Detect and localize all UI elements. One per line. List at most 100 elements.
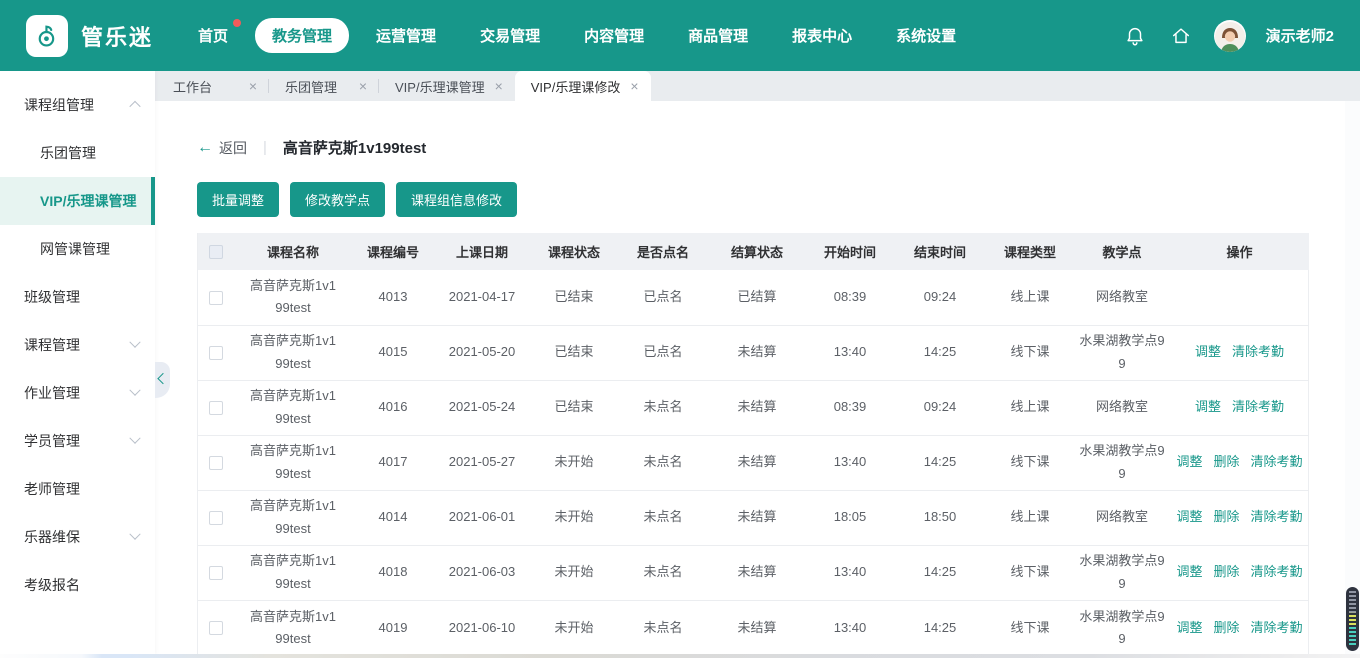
sidebar-item-学员管理[interactable]: 学员管理 <box>0 417 155 465</box>
nav-item-label: 交易管理 <box>480 28 541 45</box>
cell-venue: 水果湖教学点99 <box>1074 545 1170 600</box>
cell-rollcall-status: 未点名 <box>643 619 683 635</box>
tab-VIP/乐理课管理[interactable]: VIP/乐理课管理 × <box>379 71 515 101</box>
row-checkbox-cell <box>198 325 234 380</box>
cell-class-date: 2021-06-10 <box>448 619 516 635</box>
nav-item-报表中心[interactable]: 报表中心 <box>775 18 869 53</box>
tab-close-icon[interactable]: × <box>249 79 257 93</box>
tab-工作台[interactable]: 工作台 × <box>157 71 269 101</box>
nav-item-label: 教务管理 <box>272 28 333 45</box>
cell-settlement-status: 未结算 <box>737 454 777 470</box>
cell-start-time: 13:40 <box>833 564 867 580</box>
row-checkbox[interactable] <box>209 401 223 416</box>
adjust-link[interactable]: 调整 <box>1176 506 1202 528</box>
delete-link[interactable]: 删除 <box>1213 506 1239 528</box>
adjust-link[interactable]: 调整 <box>1176 617 1202 639</box>
adjust-link[interactable]: 调整 <box>1176 451 1202 473</box>
sidebar-item-考级报名[interactable]: 考级报名 <box>0 561 155 609</box>
cell-start-time: 08:39 <box>833 289 867 305</box>
row-checkbox[interactable] <box>209 346 223 361</box>
sidebar-item-label: 课程管理 <box>24 337 80 353</box>
row-checkbox[interactable] <box>209 290 223 305</box>
tab-close-icon[interactable]: × <box>495 79 503 93</box>
row-checkbox[interactable] <box>209 456 223 471</box>
clear-attendance-link[interactable]: 清除考勤 <box>1232 396 1284 418</box>
course-name: 高音萨克斯1v199test <box>250 498 336 536</box>
select-all-checkbox[interactable] <box>209 245 223 260</box>
sidebar-item-课程管理[interactable]: 课程管理 <box>0 321 155 369</box>
row-checkbox[interactable] <box>209 566 223 581</box>
nav-item-label: 运营管理 <box>376 28 437 45</box>
nav-item-label: 内容管理 <box>584 28 645 45</box>
sidebar-item-课程组管理[interactable]: 课程组管理 <box>0 81 155 129</box>
music-note-icon <box>26 14 68 57</box>
header-checkbox-cell <box>198 233 234 270</box>
sidebar-item-VIP/乐理课管理[interactable]: VIP/乐理课管理 <box>0 177 155 225</box>
nav-item-首页[interactable]: 首页 <box>181 18 245 53</box>
table-row: 高音萨克斯1v199test 4014 2021-06-01 未开始 未点名 未结算 18:… <box>198 490 1309 545</box>
nav-item-商品管理[interactable]: 商品管理 <box>671 18 765 53</box>
tab-VIP/乐理课修改[interactable]: VIP/乐理课修改 × <box>514 71 651 101</box>
row-actions: 调整 删除 清除考勤 <box>1170 561 1309 583</box>
adjust-link[interactable]: 调整 <box>1195 341 1221 363</box>
batch-adjust-button[interactable]: 批量调整 <box>197 182 280 217</box>
clear-attendance-link[interactable]: 清除考勤 <box>1251 617 1303 639</box>
chevron-left-icon <box>156 372 169 385</box>
sidebar-item-作业管理[interactable]: 作业管理 <box>0 369 155 417</box>
venue: 水果湖教学点99 <box>1079 553 1165 591</box>
cell-rollcall-status: 已点名 <box>643 344 683 360</box>
tab-乐团管理[interactable]: 乐团管理 × <box>269 71 379 101</box>
adjust-link[interactable]: 调整 <box>1195 396 1221 418</box>
clear-attendance-link[interactable]: 清除考勤 <box>1251 506 1303 528</box>
delete-link[interactable]: 删除 <box>1213 451 1239 473</box>
sidebar-item-班级管理[interactable]: 班级管理 <box>0 273 155 321</box>
cell-end-time: 14:25 <box>923 344 957 360</box>
tab-close-icon[interactable]: × <box>359 79 367 93</box>
tab-close-icon[interactable]: × <box>630 79 638 93</box>
bell-icon[interactable] <box>1122 23 1148 49</box>
change-venue-button[interactable]: 修改教学点 <box>290 182 386 217</box>
cell-course-name: 高音萨克斯1v199test <box>234 545 352 600</box>
delete-link[interactable]: 删除 <box>1213 561 1239 583</box>
clear-attendance-link[interactable]: 清除考勤 <box>1251 561 1303 583</box>
adjust-link[interactable]: 调整 <box>1176 561 1202 583</box>
sidebar-item-网管课管理[interactable]: 网管课管理 <box>0 225 155 273</box>
row-checkbox[interactable] <box>209 511 223 526</box>
user-avatar[interactable] <box>1213 19 1246 52</box>
cell-rollcall-status: 未点名 <box>643 399 683 415</box>
table-row: 高音萨克斯1v199test 4013 2021-04-17 已结束 已点名 已结算 08:… <box>198 270 1309 325</box>
cell-course-type: 线上课 <box>1010 399 1050 415</box>
edit-course-group-info-button[interactable]: 课程组信息修改 <box>396 182 518 217</box>
clear-attendance-link[interactable]: 清除考勤 <box>1251 451 1303 473</box>
column-header-教学点: 教学点 <box>1102 245 1142 260</box>
sidebar-item-label: 课程组管理 <box>24 97 94 113</box>
toolbar: 批量调整 修改教学点 课程组信息修改 <box>197 182 1360 217</box>
nav-item-内容管理[interactable]: 内容管理 <box>567 18 661 53</box>
horizontal-scrollbar-strip[interactable] <box>0 654 1360 658</box>
row-checkbox-cell <box>198 435 234 490</box>
cell-actions <box>1170 270 1309 325</box>
nav-item-教务管理[interactable]: 教务管理 <box>255 18 350 53</box>
cell-course-code: 4019 <box>378 619 408 635</box>
sidebar-item-老师管理[interactable]: 老师管理 <box>0 465 155 513</box>
sidebar-item-label: 班级管理 <box>24 289 80 305</box>
nav-item-交易管理[interactable]: 交易管理 <box>463 18 557 53</box>
column-header-课程编号: 课程编号 <box>366 245 419 260</box>
app-logo[interactable]: 管乐迷 <box>26 14 153 57</box>
cell-class-date: 2021-06-01 <box>448 509 516 525</box>
vertical-scrollbar-thumb[interactable] <box>1346 587 1359 651</box>
row-checkbox[interactable] <box>209 621 223 636</box>
column-header-结算状态: 结算状态 <box>730 245 783 260</box>
cell-course-type: 线下课 <box>1010 619 1050 635</box>
sidebar-item-乐器维保[interactable]: 乐器维保 <box>0 513 155 561</box>
sidebar-item-乐团管理[interactable]: 乐团管理 <box>0 129 155 177</box>
cell-course-type: 线下课 <box>1010 564 1050 580</box>
nav-item-运营管理[interactable]: 运营管理 <box>359 18 453 53</box>
user-name[interactable]: 演示老师2 <box>1266 25 1334 46</box>
back-button[interactable]: ← 返回 <box>197 138 247 158</box>
delete-link[interactable]: 删除 <box>1213 617 1239 639</box>
vertical-scrollbar-track[interactable] <box>1345 101 1360 654</box>
nav-item-系统设置[interactable]: 系统设置 <box>879 18 973 53</box>
clear-attendance-link[interactable]: 清除考勤 <box>1232 341 1284 363</box>
home-icon[interactable] <box>1168 23 1194 49</box>
